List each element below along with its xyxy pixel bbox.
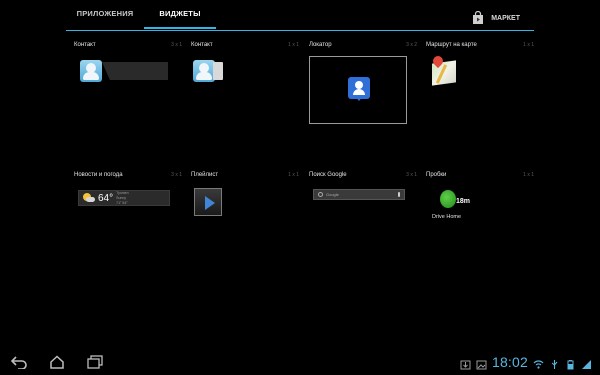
widget-google-search[interactable]: Поиск Google 3 x 1 Google bbox=[309, 172, 417, 302]
system-bar: 18:02 bbox=[0, 348, 600, 375]
widget-contact-1x1[interactable]: Контакт 1 x 1 bbox=[191, 42, 299, 172]
widget-name: Плейлист bbox=[191, 172, 219, 178]
widget-size: 3 x 1 bbox=[406, 172, 417, 178]
top-tab-bar: ПРИЛОЖЕНИЯ ВИДЖЕТЫ МАРКЕТ bbox=[66, 0, 534, 32]
search-icon bbox=[318, 192, 323, 197]
widget-name: Локатор bbox=[309, 42, 332, 48]
market-button[interactable]: МАРКЕТ bbox=[471, 9, 520, 27]
image-icon bbox=[476, 357, 487, 369]
recent-apps-icon[interactable] bbox=[86, 355, 104, 369]
play-icon bbox=[194, 188, 222, 216]
usb-icon bbox=[549, 357, 560, 369]
widget-name: Контакт bbox=[191, 42, 213, 48]
weather-preview: 64° Tyumen Sunny 71° 54° bbox=[78, 190, 170, 206]
widget-size: 1 x 1 bbox=[288, 42, 299, 48]
contact-card bbox=[213, 62, 223, 80]
weather-details: Tyumen Sunny 71° 54° bbox=[116, 191, 128, 205]
contact-icon bbox=[80, 60, 102, 82]
traffic-status-icon bbox=[440, 190, 456, 208]
wifi-icon bbox=[533, 357, 544, 369]
traffic-minutes: 18m bbox=[456, 198, 471, 205]
widget-locator[interactable]: Локатор 3 x 2 bbox=[309, 42, 417, 172]
weather-line: 71° 54° bbox=[116, 201, 128, 205]
widget-route-map[interactable]: Маршрут на карте 1 x 1 bbox=[426, 42, 534, 172]
locator-frame bbox=[309, 56, 407, 124]
traffic-label: Drive Home bbox=[432, 214, 462, 220]
widget-name: Новости и погода bbox=[74, 172, 123, 178]
signal-icon bbox=[581, 357, 592, 369]
widget-size: 3 x 2 bbox=[406, 42, 417, 48]
status-area[interactable]: 18:02 bbox=[460, 353, 592, 371]
widget-size: 1 x 1 bbox=[523, 42, 534, 48]
market-label: МАРКЕТ bbox=[491, 14, 520, 22]
weather-line: Tyumen bbox=[116, 191, 129, 195]
home-icon[interactable] bbox=[48, 355, 66, 369]
widget-name: Поиск Google bbox=[309, 172, 347, 178]
partly-cloudy-icon bbox=[83, 193, 95, 203]
back-icon[interactable] bbox=[10, 355, 28, 370]
shopping-bag-icon bbox=[471, 10, 485, 25]
contact-single-preview bbox=[193, 60, 225, 84]
widget-size: 1 x 1 bbox=[523, 172, 534, 178]
contact-icon bbox=[193, 60, 215, 82]
microphone-icon bbox=[398, 192, 400, 197]
tab-divider bbox=[66, 30, 534, 31]
clock: 18:02 bbox=[491, 354, 528, 370]
map-icon bbox=[430, 53, 456, 86]
locator-preview bbox=[309, 56, 407, 124]
person-pin-icon bbox=[348, 77, 370, 101]
widget-news-weather[interactable]: Новости и погода 3 x 1 64° Tyumen Sunny … bbox=[74, 172, 182, 302]
weather-line: Sunny bbox=[116, 196, 127, 200]
widget-size: 1 x 1 bbox=[288, 172, 299, 178]
contact-strip-preview bbox=[80, 60, 172, 84]
widget-traffic[interactable]: Пробки 1 x 1 18m Drive Home bbox=[426, 172, 534, 302]
contact-bar bbox=[102, 62, 168, 80]
widget-contact-3x1[interactable]: Контакт 3 x 1 bbox=[74, 42, 182, 172]
weather-temp: 64° bbox=[98, 192, 114, 204]
google-search-preview: Google bbox=[313, 189, 405, 200]
traffic-preview: 18m Drive Home bbox=[432, 190, 476, 224]
tab-widgets[interactable]: ВИДЖЕТЫ bbox=[144, 9, 216, 29]
widget-name: Маршрут на карте bbox=[426, 42, 477, 48]
widget-size: 3 x 1 bbox=[171, 172, 182, 178]
battery-icon bbox=[565, 357, 576, 369]
playlist-preview bbox=[194, 188, 222, 216]
widget-playlist[interactable]: Плейлист 1 x 1 bbox=[191, 172, 299, 302]
widget-name: Контакт bbox=[74, 42, 96, 48]
download-icon bbox=[460, 357, 471, 369]
tab-apps[interactable]: ПРИЛОЖЕНИЯ bbox=[66, 9, 144, 29]
search-placeholder: Google bbox=[326, 192, 339, 197]
widget-size: 3 x 1 bbox=[171, 42, 182, 48]
widget-name: Пробки bbox=[426, 172, 447, 178]
